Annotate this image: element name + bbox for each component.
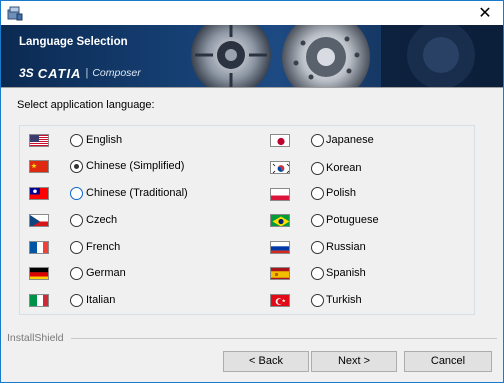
language-label[interactable]: Italian — [86, 294, 115, 306]
japan-flag-icon — [270, 134, 290, 147]
turkey-flag-icon — [270, 294, 290, 307]
prompt-text: Select application language: — [17, 99, 155, 111]
radio-polish[interactable] — [311, 187, 324, 200]
language-label[interactable]: Polish — [326, 187, 356, 199]
china-flag-icon — [29, 160, 49, 173]
language-group-box: English Chinese (Simplified) Chinese (Tr… — [19, 125, 475, 315]
france-flag-icon — [29, 241, 49, 254]
korea-flag-icon — [270, 161, 290, 174]
header-banner: Language Selection 3S CATIA | Composer — [1, 25, 503, 87]
installshield-brand-label: InstallShield — [7, 332, 64, 344]
logo-brand-text: CATIA — [37, 65, 82, 81]
language-label[interactable]: German — [86, 267, 126, 279]
radio-turkish[interactable] — [311, 294, 324, 307]
banner-title: Language Selection — [19, 36, 128, 48]
radio-korean[interactable] — [311, 162, 324, 175]
banner-divider — [1, 87, 503, 88]
radio-portuguese[interactable] — [311, 214, 324, 227]
czech-flag-icon — [29, 214, 49, 227]
logo-separator: | — [85, 67, 89, 79]
language-label[interactable]: English — [86, 134, 122, 146]
installer-window: ✕ Language Selection 3S CATIA | Composer — [0, 0, 504, 383]
back-button[interactable]: < Back — [223, 351, 309, 372]
language-label[interactable]: Turkish — [326, 294, 362, 306]
ds-logo-mark: 3S — [19, 66, 34, 80]
language-label[interactable]: Spanish — [326, 267, 366, 279]
language-label[interactable]: Russian — [326, 241, 366, 253]
russia-flag-icon — [270, 241, 290, 254]
title-bar: ✕ — [1, 1, 503, 25]
catia-composer-logo: 3S CATIA | Composer — [19, 65, 141, 81]
language-label[interactable]: Japanese — [326, 134, 374, 146]
close-button[interactable]: ✕ — [475, 4, 495, 22]
taiwan-flag-icon — [29, 187, 49, 200]
radio-german[interactable] — [70, 267, 83, 280]
radio-spanish[interactable] — [311, 267, 324, 280]
germany-flag-icon — [29, 267, 49, 280]
language-label[interactable]: Korean — [326, 162, 361, 174]
radio-french[interactable] — [70, 241, 83, 254]
spain-flag-icon — [270, 267, 290, 280]
radio-chinese-simplified[interactable] — [70, 160, 83, 173]
radio-italian[interactable] — [70, 294, 83, 307]
language-label[interactable]: Czech — [86, 214, 117, 226]
radio-russian[interactable] — [311, 241, 324, 254]
language-label[interactable]: French — [86, 241, 120, 253]
radio-czech[interactable] — [70, 214, 83, 227]
language-label[interactable]: Chinese (Simplified) — [86, 160, 184, 172]
mechanical-parts-illustration — [191, 25, 503, 87]
italy-flag-icon — [29, 294, 49, 307]
footer-separator — [71, 338, 497, 339]
installer-app-icon — [7, 5, 23, 21]
cancel-button[interactable]: Cancel — [404, 351, 492, 372]
poland-flag-icon — [270, 188, 290, 201]
language-label[interactable]: Chinese (Traditional) — [86, 187, 188, 199]
us-flag-icon — [29, 134, 49, 147]
radio-japanese[interactable] — [311, 134, 324, 147]
language-label[interactable]: Potuguese — [326, 214, 379, 226]
radio-chinese-traditional[interactable] — [70, 187, 83, 200]
radio-english[interactable] — [70, 134, 83, 147]
next-button[interactable]: Next > — [311, 351, 397, 372]
brazil-flag-icon — [270, 214, 290, 227]
logo-product-text: Composer — [92, 67, 141, 79]
